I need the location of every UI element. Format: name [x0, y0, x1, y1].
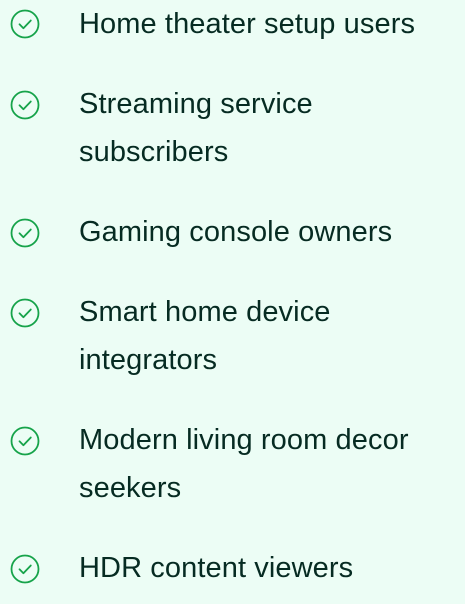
check-circle-icon [10, 426, 40, 456]
check-circle-icon [10, 298, 40, 328]
list-item-label: Streaming service subscribers [79, 88, 313, 168]
list-item-label: Gaming console owners [79, 216, 393, 248]
check-circle-icon [10, 554, 40, 584]
list-item: Streaming service subscribers [0, 80, 465, 168]
check-circle-icon [10, 9, 40, 39]
list-item-label: Modern living room decor seekers [79, 424, 409, 504]
list-item: Smart home device integrators [0, 288, 465, 376]
check-circle-icon [10, 90, 40, 120]
list-item: Gaming console owners [0, 208, 465, 268]
list-item-label: Smart home device integrators [79, 296, 331, 376]
list-item-label: Home theater setup users [79, 8, 416, 40]
list-item: HDR content viewers [0, 544, 465, 604]
list-item: Home theater setup users [0, 0, 465, 60]
check-circle-icon [10, 218, 40, 248]
list-item: Modern living room decor seekers [0, 416, 465, 504]
